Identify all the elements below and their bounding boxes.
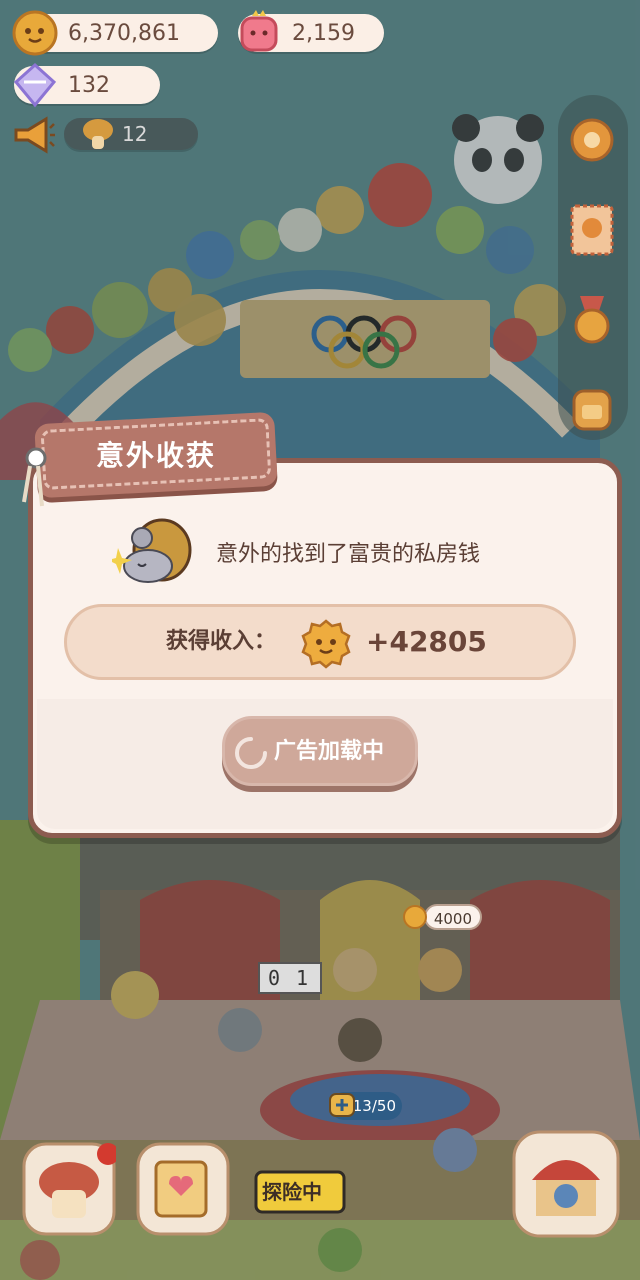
visitor-counter[interactable]: 12	[64, 118, 198, 150]
megaphone-icon[interactable]	[10, 114, 56, 156]
cookie-coin-icon	[12, 10, 58, 56]
capacity-value: 13/50	[352, 1097, 396, 1115]
scoreboard-digit: 1	[295, 966, 309, 990]
heart-count: 2,159	[292, 20, 355, 46]
heart-counter[interactable]: 2,159	[238, 10, 384, 52]
reward-label: 获得收入：	[166, 629, 277, 654]
string-tie-icon	[22, 447, 47, 507]
gem-icon	[13, 62, 57, 108]
coin-count: 6,370,861	[68, 20, 180, 46]
gem-count: 132	[68, 72, 110, 98]
ad-button-label: 广告加载中	[274, 739, 385, 764]
plus-seat-icon	[329, 1093, 355, 1117]
pink-heart-icon	[240, 10, 278, 52]
cookie-coin-icon	[301, 619, 351, 669]
dialog-title: 意外收获	[96, 439, 217, 472]
sleeping-mouse-icon	[112, 518, 192, 583]
settings-gear-icon[interactable]	[562, 110, 622, 170]
explore-status-label: 探险中	[262, 1180, 322, 1204]
hotel-mushroom-button[interactable]	[22, 1142, 116, 1236]
stamp-card-icon[interactable]	[562, 200, 622, 260]
mushroom-visitor-icon	[83, 119, 113, 149]
carousel-button[interactable]	[512, 1130, 620, 1238]
loading-spinner-icon	[235, 737, 267, 769]
reward-amount: +42805	[366, 625, 487, 658]
medal-icon[interactable]	[562, 290, 622, 350]
backpack-icon[interactable]	[562, 375, 622, 435]
scoreboard-digit: 0	[267, 966, 281, 990]
gem-counter[interactable]: 132	[13, 62, 160, 108]
diary-calendar-button[interactable]	[136, 1142, 230, 1236]
price-value: 4000	[433, 910, 472, 928]
coin-counter[interactable]: 6,370,861	[12, 10, 218, 56]
cookie-coin-icon	[403, 905, 427, 929]
reward-description: 意外的找到了富贵的私房钱	[216, 542, 481, 567]
price-tag[interactable]: 4000	[424, 904, 482, 930]
scoreboard: 01	[258, 962, 322, 994]
visitor-count: 12	[122, 122, 148, 146]
